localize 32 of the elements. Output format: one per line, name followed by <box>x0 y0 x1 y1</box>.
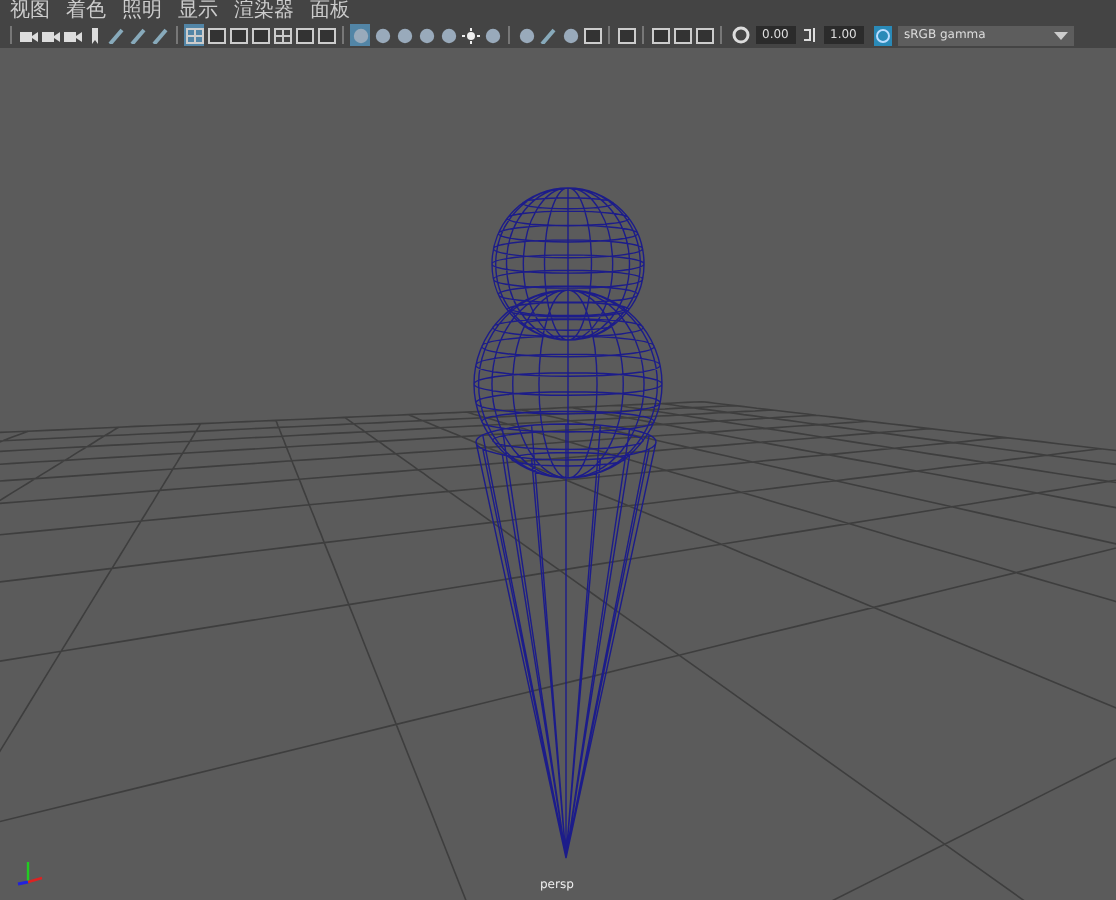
square-icon[interactable] <box>650 24 670 46</box>
square-icon[interactable] <box>316 24 336 46</box>
menu-item[interactable]: 视图 <box>10 0 50 22</box>
sphere-icon[interactable] <box>394 24 414 46</box>
square-icon[interactable] <box>206 24 226 46</box>
menu-item[interactable]: 照明 <box>122 0 162 22</box>
pen-icon[interactable] <box>538 24 558 46</box>
square-icon[interactable] <box>694 24 714 46</box>
color-management-icon[interactable] <box>874 25 892 45</box>
sphere-icon[interactable] <box>438 24 458 46</box>
square-icon[interactable] <box>672 24 692 46</box>
aperture-icon[interactable] <box>732 26 750 44</box>
caret-icon[interactable] <box>1054 31 1068 39</box>
sphere-icon[interactable] <box>416 24 436 46</box>
menu-item[interactable]: 显示 <box>178 0 218 22</box>
square-icon[interactable] <box>250 24 270 46</box>
square-icon[interactable] <box>582 24 602 46</box>
axis-icon <box>17 862 43 886</box>
sphere-icon[interactable] <box>482 24 502 46</box>
gamma-icon[interactable] <box>802 26 818 44</box>
square-icon[interactable] <box>294 24 314 46</box>
sphere-icon[interactable] <box>372 24 392 46</box>
menu-item[interactable]: 面板 <box>310 0 350 22</box>
sphere-icon[interactable] <box>516 24 536 46</box>
square-icon[interactable] <box>228 24 248 46</box>
light-icon[interactable] <box>460 24 480 46</box>
sphere-icon[interactable] <box>560 24 580 46</box>
square-icon[interactable] <box>616 24 636 46</box>
pen-icon[interactable] <box>150 24 170 46</box>
pen-icon[interactable] <box>106 24 126 46</box>
grid-icon[interactable] <box>272 24 292 46</box>
pen-icon[interactable] <box>128 24 148 46</box>
